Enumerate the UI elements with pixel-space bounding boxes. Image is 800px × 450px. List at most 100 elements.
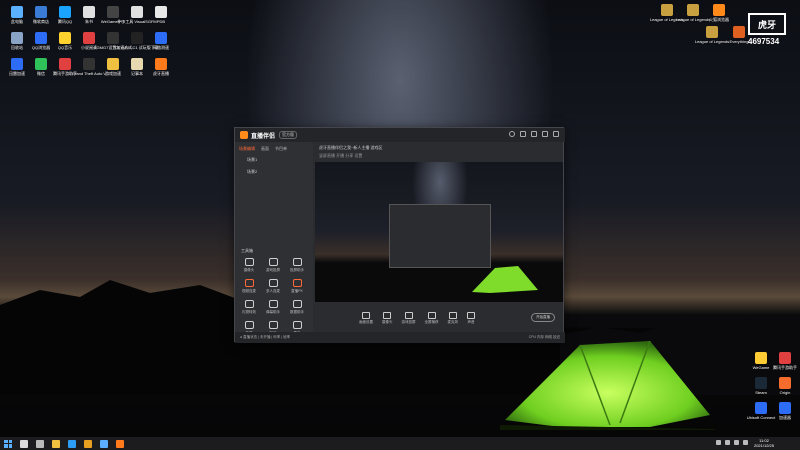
huya-logo-box: 虎牙 <box>748 13 786 35</box>
clock-date: 2021/12/25 <box>753 443 774 448</box>
tab-1[interactable]: 画面 <box>261 146 269 152</box>
desktop-icon[interactable]: PDB <box>144 6 178 24</box>
tool-item[interactable]: 投屏助手 <box>285 258 309 273</box>
store-icon[interactable] <box>100 439 108 448</box>
app-icon <box>11 58 23 70</box>
search-icon[interactable] <box>20 439 28 448</box>
toolbar-label: 摄像头 <box>382 319 393 324</box>
desktop-icon-label: 网络测速 <box>153 45 169 50</box>
desktop-icon-label: 虎牙直播 <box>153 71 169 76</box>
tool-icon <box>268 258 278 266</box>
preview-tent <box>472 266 538 293</box>
desktop-icon-label: 朱书 <box>85 19 93 24</box>
desktop-icon[interactable]: 火狐浏览器 <box>702 4 736 22</box>
toolbar-button[interactable]: 画面设置 <box>359 311 373 325</box>
desktop-icon-label: Origin <box>779 390 791 395</box>
toolbar-label: 麦克风 <box>447 319 459 324</box>
app-icon <box>11 6 23 18</box>
glowing-tent <box>500 340 715 430</box>
app-icon <box>733 26 745 38</box>
stream-title[interactable]: 虎牙直播伴侣之我~新人主播 游戏区 <box>319 145 559 151</box>
tool-item[interactable]: 数据助手 <box>285 300 309 315</box>
close-icon[interactable] <box>553 131 559 137</box>
tool-item[interactable]: 游戏投屏 <box>261 258 285 273</box>
avatar-icon[interactable] <box>509 131 515 137</box>
toolbar-label: 声音 <box>467 319 475 324</box>
app-icon <box>661 4 673 16</box>
toolbar-button[interactable]: 游戏投屏 <box>402 311 416 325</box>
desktop-icon[interactable]: 虎牙直播 <box>144 58 178 76</box>
app-icon <box>107 32 119 44</box>
app-icon <box>131 58 143 70</box>
tool-icon <box>292 300 302 308</box>
scene-tabs: 场景编辑 画面 节目单 <box>235 142 313 152</box>
toolbar-button[interactable]: 声音 <box>467 311 475 325</box>
desktop-icon-label: 腾讯手游助手 <box>773 365 797 370</box>
app-icon <box>59 58 71 70</box>
explorer-icon[interactable] <box>52 439 60 448</box>
desktop-icon-label: Everything <box>729 39 749 44</box>
version-badge[interactable]: 官方版 <box>279 131 298 139</box>
system-tray[interactable] <box>716 440 748 445</box>
stream-preview[interactable] <box>315 162 563 302</box>
live-icon[interactable] <box>116 439 124 448</box>
desktop-icon[interactable]: Origin <box>768 377 800 395</box>
windows-start-icon[interactable] <box>4 439 12 448</box>
settings-icon[interactable] <box>520 131 526 137</box>
toolbar-icon <box>362 311 370 319</box>
app-icon <box>155 58 167 70</box>
desktop-icon[interactable]: 网络测速 <box>144 32 178 50</box>
start-live-button[interactable]: 开始直播 <box>531 313 555 322</box>
desktop-icon-label: 迅雷加速 <box>9 71 25 76</box>
tool-item[interactable]: 礼物特效 <box>237 300 261 315</box>
status-right: CPU 内存 网络 延迟 <box>528 335 560 339</box>
toolbox-grid: 摄像头游戏投屏投屏助手视频连麦多人连麦直播PK礼物特效弹幕助手数据助手美颜贴纸更… <box>237 258 311 336</box>
status-left: ● 直播状态 | 未开播 | 码率 | 帧率 <box>240 335 291 339</box>
chrome-icon[interactable] <box>84 439 92 448</box>
tool-icon <box>292 258 302 266</box>
room-number: 4697534 <box>748 37 780 46</box>
tool-icon <box>268 321 278 329</box>
taskbar-clock[interactable]: 11:02 2021/12/25 <box>754 438 774 448</box>
tool-label: 礼物特效 <box>242 310 256 314</box>
desktop-icon-label: 微软商店 <box>33 19 49 24</box>
tool-item[interactable]: 视频连麦 <box>237 279 261 294</box>
app-icon <box>779 352 791 364</box>
app-icon <box>11 32 23 44</box>
app-icon <box>755 352 767 364</box>
edge-icon[interactable] <box>68 439 76 448</box>
toolbar-icon <box>467 311 475 319</box>
tool-item[interactable]: 多人连麦 <box>261 279 285 294</box>
desktop-icon[interactable]: 腾讯手游助手 <box>768 352 800 370</box>
app-icon <box>107 58 119 70</box>
toolbar-icon <box>448 311 457 319</box>
status-bar: ● 直播状态 | 未开播 | 码率 | 帧率 CPU 内存 网络 延迟 <box>235 332 565 343</box>
window-titlebar[interactable]: 直播伴侣 官方版 <box>235 128 565 142</box>
desktop-icon-label: PDB <box>156 19 166 24</box>
desktop-icon-label: 此电脑 <box>11 19 23 24</box>
task-view-icon[interactable] <box>36 439 44 448</box>
toolbar-icon <box>427 311 436 319</box>
scene-item[interactable]: 场景1 <box>235 152 313 164</box>
toolbar-button[interactable]: 摄像头 <box>382 311 393 325</box>
tab-2[interactable]: 节目单 <box>275 146 287 152</box>
toolbar-label: 全屏捕获 <box>424 319 439 324</box>
app-icon <box>755 402 767 414</box>
tab-0[interactable]: 场景编辑 <box>239 146 255 152</box>
maximize-icon[interactable] <box>542 131 548 137</box>
tool-item[interactable]: 弹幕助手 <box>261 300 285 315</box>
toolbar-button[interactable]: 麦克风 <box>447 311 459 325</box>
streamer-app-window[interactable]: 直播伴侣 官方版 场景编辑 画面 节目单 场景1 场景2 工具箱 摄像头 游戏投屏 投屏助… <box>234 127 565 343</box>
tool-item[interactable]: 摄像头 <box>237 258 261 273</box>
tool-icon <box>244 258 254 266</box>
app-icon <box>59 32 71 44</box>
toolbar-button[interactable]: 全屏捕获 <box>424 311 439 325</box>
desktop-icon[interactable]: 加速器 <box>768 402 800 420</box>
taskbar: 11:02 2021/12/25 <box>0 437 800 450</box>
tool-icon <box>292 321 302 329</box>
tool-item[interactable]: 直播PK <box>285 279 309 294</box>
scene-item[interactable]: 场景2 <box>235 164 313 176</box>
minimize-icon[interactable] <box>531 131 537 137</box>
tool-icon <box>244 300 254 308</box>
toolbox-title: 工具箱 <box>241 248 253 253</box>
